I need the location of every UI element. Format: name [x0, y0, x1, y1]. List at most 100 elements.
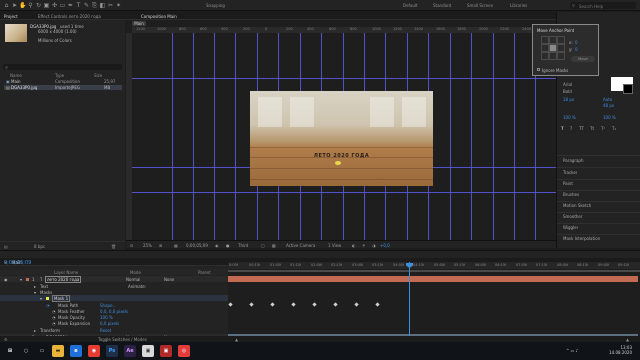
composition-title-text[interactable]: ЛЕТО 2020 ГОДА — [250, 153, 433, 159]
views-dropdown[interactable]: 1 View — [328, 243, 341, 248]
layer-row-1[interactable]: ◉ ▾ 1 T лето 2020 года Normal None — [0, 276, 228, 283]
ignore-masks-checkbox[interactable] — [537, 68, 540, 71]
start-icon[interactable]: ⊞ — [4, 345, 16, 357]
anchor-cell[interactable] — [549, 36, 557, 44]
work-area-bar[interactable] — [228, 270, 640, 272]
grid-icon[interactable]: ▦ — [174, 243, 178, 248]
system-tray-icons[interactable]: ^ ▭ ♪ — [566, 348, 578, 353]
column-size[interactable]: Size — [94, 73, 102, 78]
fit-icon[interactable]: ⊞ — [159, 243, 162, 248]
interpret-footage-icon[interactable]: ▤ — [4, 244, 8, 249]
camera-tool-icon[interactable]: ▣ — [43, 2, 50, 9]
property-value[interactable]: 0,0 pixels — [100, 321, 119, 326]
camera-dropdown[interactable]: Active Camera — [286, 243, 315, 248]
guide-line[interactable] — [493, 33, 494, 240]
taskbar-clock[interactable]: 13:03 14.08.2020 — [609, 345, 632, 355]
anchor-cell[interactable] — [557, 52, 565, 60]
workspace-default[interactable]: Default — [403, 3, 418, 8]
panel-paint[interactable]: Paint — [563, 181, 573, 186]
column-type[interactable]: Type — [55, 73, 64, 78]
type-tool-icon[interactable]: T — [75, 2, 82, 9]
color-icon[interactable]: ● — [226, 243, 230, 248]
resolution-dropdown[interactable]: Third — [238, 243, 248, 248]
panel-mask-interpolation[interactable]: Mask Interpolation — [563, 236, 600, 241]
flowchart-icon[interactable]: ⚘ — [362, 243, 366, 248]
guide-line[interactable] — [172, 33, 173, 240]
magnify-icon[interactable]: ⊡ — [130, 243, 133, 248]
playhead[interactable] — [409, 262, 410, 342]
anchor-position-grid[interactable] — [541, 36, 565, 60]
anchor-cell[interactable] — [557, 36, 565, 44]
mask-color-swatch[interactable] — [46, 296, 49, 300]
twirl-icon[interactable]: ▾ — [40, 296, 42, 301]
tab-composition[interactable]: Composition Main — [141, 14, 177, 19]
anchor-cell[interactable] — [541, 44, 549, 52]
task-view-icon[interactable]: ▭ — [36, 345, 48, 357]
leading-value[interactable]: Auto — [603, 97, 612, 102]
selection-tool-icon[interactable]: ➤ — [11, 2, 18, 9]
home-icon[interactable]: ⌂ — [3, 2, 10, 9]
delete-icon[interactable]: 🗑 — [111, 244, 116, 249]
guide-line[interactable] — [193, 33, 194, 240]
anchor-cell[interactable] — [549, 52, 557, 60]
layer-mode[interactable]: Normal — [126, 277, 140, 282]
timeline-track-area[interactable] — [228, 262, 640, 342]
photoshop-icon[interactable]: Ps — [106, 345, 118, 357]
tab-project[interactable]: Project — [4, 14, 18, 19]
italic-button[interactable]: T — [570, 126, 572, 131]
layer-parent[interactable]: None — [164, 277, 174, 282]
rotate-tool-icon[interactable]: ↻ — [35, 2, 42, 9]
vertical-scale-value[interactable]: 100 % — [563, 115, 576, 120]
workspace-libraries[interactable]: Libraries — [510, 3, 527, 8]
panel-motion-sketch[interactable]: Motion Sketch — [563, 203, 591, 208]
zoom-dropdown[interactable]: 25% — [143, 243, 152, 248]
timeline-timecode[interactable]: 0;00;05;09 — [4, 260, 31, 266]
guide-line[interactable] — [514, 33, 515, 240]
roto-tool-icon[interactable]: ✂ — [107, 2, 114, 9]
search-help-field[interactable]: ⚲ Search Help — [570, 2, 636, 9]
eraser-tool-icon[interactable]: ◧ — [99, 2, 106, 9]
after-effects-icon[interactable]: Ae — [124, 345, 136, 357]
guide-line[interactable] — [132, 192, 556, 193]
anchor-cell[interactable] — [541, 36, 549, 44]
app-icon[interactable]: ▣ — [142, 345, 154, 357]
column-parent[interactable]: Parent — [198, 270, 211, 275]
exposure-value[interactable]: +0,0 — [380, 243, 390, 248]
snapping-label[interactable]: Snapping — [206, 3, 225, 8]
panel-tracker[interactable]: Tracker — [563, 170, 577, 175]
snapshot-icon[interactable]: ◉ — [215, 243, 219, 248]
tracking-value[interactable]: 48 px — [603, 103, 614, 108]
pan-behind-tool-icon[interactable]: ✣ — [51, 2, 58, 9]
column-layer-name[interactable]: Layer Name — [54, 270, 78, 275]
property-row-mask[interactable]: ▾ Mask 1 — [0, 295, 228, 302]
twirl-icon[interactable]: ▸ — [34, 328, 36, 333]
app-icon[interactable]: ◎ — [178, 345, 190, 357]
file-explorer-icon[interactable]: ▬ — [52, 345, 64, 357]
anchor-cell[interactable] — [541, 52, 549, 60]
roi-icon[interactable]: ▢ — [261, 243, 265, 248]
property-row[interactable]: ◔ Mask Expansion 0,0 pixels — [0, 320, 228, 326]
eye-icon[interactable]: ◉ — [4, 277, 8, 282]
comp-viewer-tab[interactable]: Main — [132, 21, 146, 26]
bold-button[interactable]: T — [561, 126, 564, 131]
subscript-button[interactable]: T₁ — [612, 126, 616, 131]
zoom-tool-icon[interactable]: ⚲ — [27, 2, 34, 9]
clone-tool-icon[interactable]: ⎘ — [91, 2, 98, 9]
anchor-cell[interactable] — [549, 44, 557, 52]
guide-line[interactable] — [214, 33, 215, 240]
viewer-timecode[interactable]: 0;00;05;09 — [186, 243, 208, 248]
mask-name[interactable]: Mask 1 — [52, 295, 71, 302]
font-size-value[interactable]: 18 px — [563, 97, 574, 102]
guide-line[interactable] — [471, 33, 472, 240]
allcaps-button[interactable]: TT — [579, 126, 584, 131]
composition-frame[interactable]: ЛЕТО 2020 ГОДА — [250, 91, 433, 186]
project-item-main[interactable]: ▣ Main Composition 25,97 — [4, 79, 122, 84]
move-button[interactable]: Move — [571, 56, 595, 62]
panel-brushes[interactable]: Brushes — [563, 192, 579, 197]
hand-tool-icon[interactable]: ✋ — [19, 2, 26, 9]
brush-tool-icon[interactable]: ✎ — [83, 2, 90, 9]
font-family-dropdown[interactable]: Arial — [563, 82, 572, 87]
font-style-dropdown[interactable]: Bold — [563, 89, 572, 94]
property-row[interactable]: ▸ Transform Reset — [0, 327, 228, 333]
project-search-input[interactable]: ⚲ — [3, 64, 122, 70]
